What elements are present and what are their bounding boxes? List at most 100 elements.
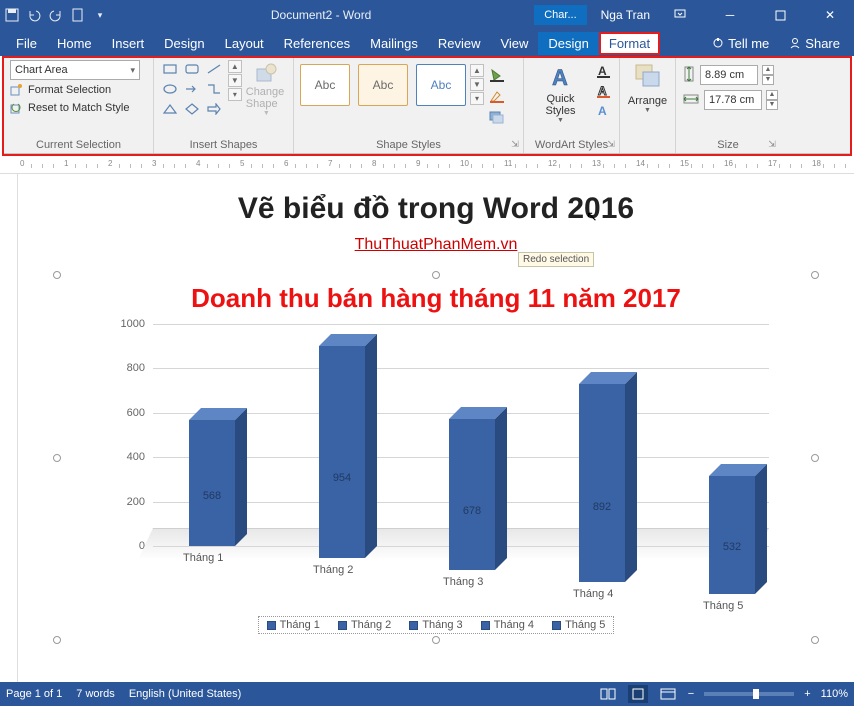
ruler-horizontal[interactable]: 0123456789101112131415161718 — [0, 156, 854, 174]
new-doc-icon[interactable] — [70, 7, 86, 23]
shape-outline-icon[interactable] — [488, 87, 506, 105]
ruler-vertical[interactable] — [0, 174, 18, 694]
tab-file[interactable]: File — [6, 32, 47, 55]
tab-layout[interactable]: Layout — [215, 32, 274, 55]
page: Vẽ biểu đồ trong Word 2016 ThuThuatPhanM… — [28, 174, 844, 651]
page-area: Vẽ biểu đồ trong Word 2016 ThuThuatPhanM… — [18, 174, 854, 694]
shape-elbow-icon[interactable] — [204, 80, 224, 98]
read-mode-icon[interactable] — [598, 685, 618, 703]
shape-style-2[interactable]: Abc — [358, 64, 408, 106]
chart-title[interactable]: Doanh thu bán hàng tháng 11 năm 2017 — [63, 283, 809, 314]
shape-style-gallery[interactable]: Abc Abc Abc — [300, 64, 466, 106]
quick-styles-button[interactable]: A Quick Styles▼ — [530, 60, 591, 124]
shapes-gallery[interactable] — [160, 60, 224, 118]
tab-references[interactable]: References — [274, 32, 360, 55]
shape-diamond-icon[interactable] — [182, 100, 202, 118]
wordart-launcher-icon[interactable]: ⇲ — [605, 139, 617, 151]
height-value: 8.89 cm — [705, 69, 744, 81]
minimize-icon[interactable]: ─ — [710, 0, 750, 30]
arrange-label: Arrange — [628, 95, 667, 107]
group-shape-styles: Abc Abc Abc ▲▼▾ Shape Styles ⇲ — [294, 58, 524, 153]
shape-rounded-icon[interactable] — [182, 60, 202, 78]
height-spinner[interactable]: ▲▼ — [762, 65, 774, 85]
tab-review[interactable]: Review — [428, 32, 491, 55]
tab-design[interactable]: Design — [154, 32, 214, 55]
width-icon — [682, 92, 700, 109]
user-name[interactable]: Nga Tran — [601, 8, 650, 22]
chart-xaxis: Tháng 1Tháng 2Tháng 3Tháng 4Tháng 5 — [153, 546, 769, 586]
legend-item[interactable]: Tháng 4 — [481, 619, 534, 631]
shape-styles-launcher-icon[interactable]: ⇲ — [509, 139, 521, 151]
zoom-slider[interactable] — [704, 692, 794, 696]
status-words[interactable]: 7 words — [76, 688, 115, 700]
width-spinner[interactable]: ▲▼ — [766, 90, 778, 110]
chart-object[interactable]: Doanh thu bán hàng tháng 11 năm 2017 020… — [56, 274, 816, 641]
title-bar: ▾ Document2 - Word Char... Nga Tran ─ ✕ — [0, 0, 854, 30]
status-page[interactable]: Page 1 of 1 — [6, 688, 62, 700]
tell-me[interactable]: Tell me — [704, 32, 777, 55]
shape-line-icon[interactable] — [204, 60, 224, 78]
group-label-arrange — [626, 149, 669, 153]
chart-element-value: Chart Area — [15, 64, 68, 76]
chart-bar[interactable]: 954 — [319, 346, 365, 558]
qat-more-icon[interactable]: ▾ — [92, 7, 108, 23]
shape-style-3[interactable]: Abc — [416, 64, 466, 106]
shape-style-1[interactable]: Abc — [300, 64, 350, 106]
print-layout-icon[interactable] — [628, 685, 648, 703]
redo-icon[interactable] — [48, 7, 64, 23]
shape-arrow-icon[interactable] — [182, 80, 202, 98]
width-value: 17.78 cm — [709, 94, 754, 106]
document-heading[interactable]: Vẽ biểu đồ trong Word 2016 — [54, 192, 818, 226]
zoom-out-icon[interactable]: − — [688, 688, 694, 700]
ribbon-highlight: Chart Area Format Selection Reset to Mat… — [2, 56, 852, 156]
shape-triangle-icon[interactable] — [160, 100, 180, 118]
style-scroll[interactable]: ▲▼▾ — [470, 64, 484, 105]
group-insert-shapes: ▲▼▾ Change Shape▼ Insert Shapes — [154, 58, 294, 153]
tab-mailings[interactable]: Mailings — [360, 32, 428, 55]
shape-rect-icon[interactable] — [160, 60, 180, 78]
legend-item[interactable]: Tháng 1 — [267, 619, 320, 631]
zoom-in-icon[interactable]: + — [804, 688, 810, 700]
height-input[interactable]: 8.89 cm — [700, 65, 758, 85]
share-button[interactable]: Share — [781, 32, 848, 55]
reset-style-button[interactable]: Reset to Match Style — [10, 100, 147, 116]
text-fill-icon[interactable]: A — [595, 62, 613, 80]
tab-chart-format[interactable]: Format — [599, 32, 660, 55]
shape-oval-icon[interactable] — [160, 80, 180, 98]
zoom-level[interactable]: 110% — [821, 688, 848, 700]
undo-icon[interactable] — [26, 7, 42, 23]
size-launcher-icon[interactable]: ⇲ — [766, 139, 778, 151]
tab-view[interactable]: View — [490, 32, 538, 55]
save-icon[interactable] — [4, 7, 20, 23]
maximize-icon[interactable] — [760, 0, 800, 30]
tab-insert[interactable]: Insert — [102, 32, 155, 55]
arrange-icon — [633, 62, 663, 95]
width-input[interactable]: 17.78 cm — [704, 90, 762, 110]
shape-effects-icon[interactable] — [488, 108, 506, 126]
status-lang[interactable]: English (United States) — [129, 688, 242, 700]
shapes-scroll[interactable]: ▲▼▾ — [228, 60, 242, 101]
format-selection-button[interactable]: Format Selection — [10, 82, 147, 98]
legend-item[interactable]: Tháng 5 — [552, 619, 605, 631]
height-icon — [682, 65, 696, 86]
arrange-button[interactable]: Arrange▼ — [626, 60, 669, 115]
close-icon[interactable]: ✕ — [810, 0, 850, 30]
tab-chart-design[interactable]: Design — [538, 32, 598, 55]
ribbon-display-icon[interactable] — [660, 0, 700, 30]
change-shape-icon — [252, 62, 280, 86]
web-layout-icon[interactable] — [658, 685, 678, 703]
shape-fill-icon[interactable] — [488, 66, 506, 84]
legend-item[interactable]: Tháng 2 — [338, 619, 391, 631]
chart-bar[interactable]: 568 — [189, 420, 235, 546]
shape-arrow2-icon[interactable] — [204, 100, 224, 118]
document-link[interactable]: ThuThuatPhanMem.vn — [355, 236, 518, 253]
group-current-selection: Chart Area Format Selection Reset to Mat… — [4, 58, 154, 153]
chart-element-dropdown[interactable]: Chart Area — [10, 60, 140, 80]
tell-me-label: Tell me — [728, 36, 769, 51]
legend-item[interactable]: Tháng 3 — [409, 619, 462, 631]
group-label-insert-shapes: Insert Shapes — [160, 137, 287, 153]
text-outline-icon[interactable]: A — [595, 82, 613, 100]
tab-home[interactable]: Home — [47, 32, 102, 55]
chart-legend[interactable]: Tháng 1 Tháng 2 Tháng 3 Tháng 4 Tháng 5 — [258, 616, 615, 634]
text-effects-icon[interactable]: A — [595, 102, 613, 120]
